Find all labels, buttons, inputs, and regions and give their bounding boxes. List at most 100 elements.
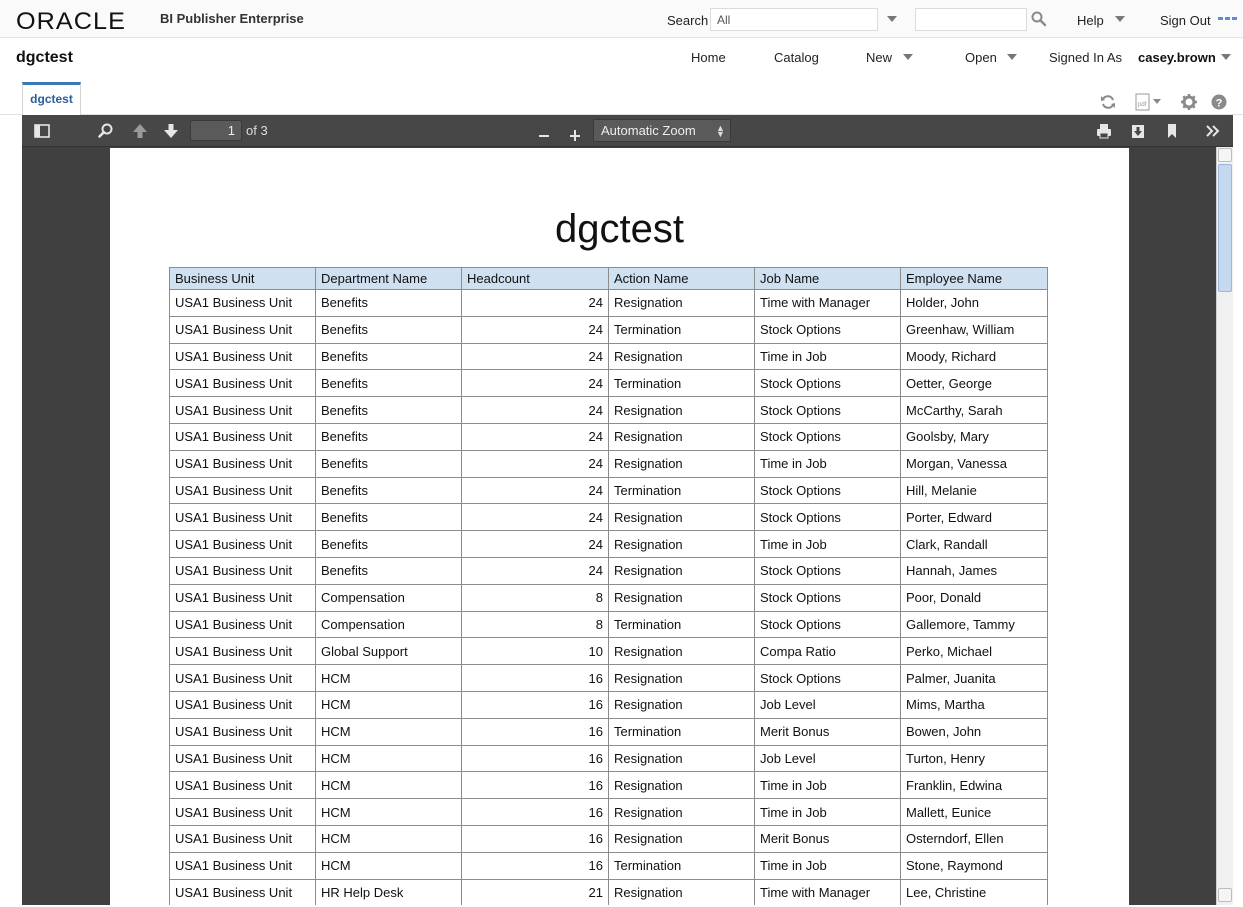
scroll-up-button[interactable] [1218,148,1232,162]
table-cell: Benefits [315,315,462,344]
table-cell: Stock Options [754,583,901,612]
table-cell: 24 [461,556,609,585]
table-row: USA1 Business Unit Benefits 24 Resignation T… [169,342,1048,371]
chevron-down-icon[interactable] [887,16,897,22]
table-cell: 24 [461,530,609,558]
user-menu[interactable]: casey.brown [1138,50,1216,65]
zoom-select[interactable]: Automatic Zoom [593,119,731,142]
report-table: Business Unit Department Name Headcount … [169,267,1048,905]
vertical-scrollbar[interactable] [1216,147,1233,905]
table-cell: Resignation [608,690,755,719]
table-cell: Turton, Henry [900,744,1048,773]
table-cell: USA1 Business Unit [169,396,316,424]
pdf-page: dgctest Business Unit Department Name He… [110,148,1129,905]
table-row: USA1 Business Unit HCM 16 Termination Merit … [169,717,1048,746]
table-cell: Stone, Raymond [900,851,1048,880]
product-name: BI Publisher Enterprise [160,11,304,26]
table-cell: Resignation [608,798,755,826]
arrow-up-icon[interactable] [130,121,150,141]
app-menu-icon[interactable] [1218,17,1237,20]
app-nav-bar: dgctest Home Catalog New Open Signed In … [0,38,1243,78]
sign-out-link[interactable]: Sign Out [1160,13,1211,28]
bookmark-icon[interactable] [1162,121,1182,141]
table-cell: USA1 Business Unit [169,744,316,773]
table-cell: Greenhaw, William [900,315,1048,344]
search-input[interactable] [915,8,1027,31]
table-cell: 10 [461,637,609,666]
nav-catalog[interactable]: Catalog [774,50,819,65]
tab-dgctest[interactable]: dgctest [22,82,81,115]
column-header: Employee Name [900,267,1048,290]
table-cell: Resignation [608,824,755,853]
table-cell: McCarthy, Sarah [900,396,1048,424]
chevron-down-icon[interactable] [1221,54,1231,60]
table-cell: Lee, Christine [900,878,1048,905]
table-cell: 16 [461,744,609,773]
svg-text:?: ? [1216,97,1223,109]
table-cell: Osterndorf, Ellen [900,824,1048,853]
chevron-down-icon[interactable] [1007,54,1017,60]
search-scope-select[interactable]: All [710,8,878,31]
double-chevron-icon[interactable] [1203,121,1223,141]
gear-icon[interactable] [1180,93,1198,111]
table-cell: Merit Bonus [754,717,901,746]
refresh-icon[interactable] [1099,93,1117,111]
table-body: USA1 Business Unit Benefits 24 Resignation T… [169,289,1048,905]
plus-icon[interactable] [565,121,585,141]
pdf-export-icon[interactable]: pdf [1134,93,1164,111]
table-cell: USA1 Business Unit [169,583,316,612]
table-cell: USA1 Business Unit [169,315,316,344]
table-cell: Stock Options [754,422,901,451]
table-cell: USA1 Business Unit [169,637,316,666]
nav-home[interactable]: Home [691,50,726,65]
nav-open[interactable]: Open [965,50,997,65]
help-menu[interactable]: Help [1077,13,1104,28]
table-cell: HCM [315,690,462,719]
column-header: Headcount [461,267,609,290]
help-icon[interactable]: ? [1210,93,1228,111]
page-number-input[interactable] [190,120,242,141]
table-cell: Resignation [608,637,755,666]
table-cell: Termination [608,369,755,398]
global-header: ORACLE BI Publisher Enterprise Search Al… [0,0,1243,38]
search-icon[interactable] [1030,10,1048,28]
pdf-toolbar: of 3 Automatic Zoom ▲▼ [22,115,1233,147]
table-cell: Stock Options [754,503,901,532]
table-cell: Resignation [608,449,755,478]
table-row: USA1 Business Unit HCM 16 Resignation Stock … [169,664,1048,692]
table-cell: USA1 Business Unit [169,530,316,558]
chevron-down-icon[interactable] [1115,16,1125,22]
minus-icon[interactable] [534,121,554,141]
sidebar-toggle-icon[interactable] [32,121,52,141]
table-cell: Compensation [315,583,462,612]
table-cell: Stock Options [754,610,901,639]
table-cell: Resignation [608,556,755,585]
table-cell: HCM [315,851,462,880]
table-cell: USA1 Business Unit [169,342,316,371]
page-title: dgctest [16,49,73,66]
table-cell: Stock Options [754,396,901,424]
arrow-down-icon[interactable] [161,121,181,141]
table-cell: Mims, Martha [900,690,1048,719]
find-icon[interactable] [96,121,116,141]
table-cell: 21 [461,878,609,905]
oracle-logo: ORACLE [16,8,126,35]
scroll-down-button[interactable] [1218,888,1232,902]
table-cell: Hill, Melanie [900,476,1048,505]
print-icon[interactable] [1094,121,1114,141]
table-cell: USA1 Business Unit [169,610,316,639]
chevron-down-icon[interactable] [903,54,913,60]
table-cell: USA1 Business Unit [169,503,316,532]
table-cell: Time in Job [754,851,901,880]
download-icon[interactable] [1128,121,1148,141]
column-header: Job Name [754,267,901,290]
nav-new[interactable]: New [866,50,892,65]
table-cell: 24 [461,422,609,451]
table-cell: Hannah, James [900,556,1048,585]
table-cell: 24 [461,449,609,478]
scroll-thumb[interactable] [1218,164,1232,292]
table-cell: USA1 Business Unit [169,556,316,585]
table-cell: USA1 Business Unit [169,851,316,880]
table-cell: USA1 Business Unit [169,798,316,826]
table-cell: Moody, Richard [900,342,1048,371]
